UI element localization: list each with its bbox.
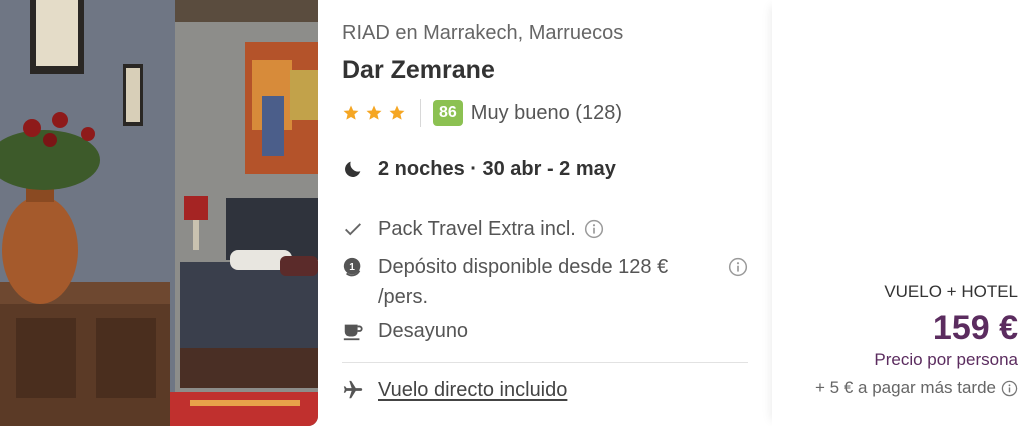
- rating-row: 86 Muy bueno (128): [342, 98, 622, 128]
- stay-dates-text: 2 noches · 30 abr - 2 may: [378, 157, 616, 180]
- hotel-location: RIAD en Marrakech, Marruecos: [342, 22, 624, 44]
- check-icon: [345, 223, 361, 236]
- feature-text: Desayuno: [378, 320, 469, 342]
- stay-dates: 2 noches · 30 abr - 2 may: [342, 155, 616, 183]
- hotel-name[interactable]: Dar Zemrane: [342, 56, 495, 85]
- plane-icon: [343, 380, 363, 399]
- price-amount[interactable]: 159 €: [778, 308, 1018, 348]
- coffee-cup-icon: [343, 324, 363, 341]
- hotel-offer-card[interactable]: RIAD en Marrakech, Marruecos Dar Zemrane…: [0, 0, 1036, 426]
- feature-text: Pack Travel Extra incl.: [378, 218, 576, 240]
- flight-info: Vuelo directo incluido: [342, 375, 567, 405]
- deposit-icon: 1: [343, 257, 361, 277]
- hotel-photo[interactable]: [0, 0, 318, 426]
- rating-divider: [420, 99, 421, 127]
- info-icon[interactable]: [584, 219, 604, 239]
- star-icon: [343, 105, 359, 120]
- star-rating: [342, 104, 406, 122]
- direct-flight-link[interactable]: Vuelo directo incluido: [378, 379, 567, 402]
- pay-later-text: + 5 € a pagar más tarde: [815, 378, 996, 397]
- star-icon: [389, 105, 405, 120]
- hotel-room-image: [0, 0, 318, 426]
- hotel-info: RIAD en Marrakech, Marruecos Dar Zemrane…: [342, 0, 752, 426]
- price-panel[interactable]: VUELO + HOTEL 159 € Precio por persona +…: [772, 0, 1036, 426]
- info-icon[interactable]: [1001, 380, 1018, 397]
- feature-text: Depósito disponible desde 128 € /pers.: [378, 256, 669, 308]
- info-icon[interactable]: [728, 257, 748, 277]
- feature-deposit: 1 Depósito disponible desde 128 € /pers.: [342, 252, 748, 312]
- moon-icon: [345, 161, 361, 177]
- divider: [342, 362, 748, 363]
- feature-breakfast: Desayuno: [342, 316, 468, 346]
- svg-text:1: 1: [349, 262, 355, 273]
- review-rating-text[interactable]: Muy bueno (128): [471, 102, 622, 125]
- price-per-person-label: Precio por persona: [874, 350, 1018, 369]
- price-block: VUELO + HOTEL 159 € Precio por persona +…: [778, 282, 1018, 398]
- review-score-badge: 86: [433, 100, 463, 126]
- star-icon: [366, 105, 382, 120]
- feature-pack-travel: Pack Travel Extra incl.: [342, 214, 604, 244]
- pay-later-row: + 5 € a pagar más tarde: [778, 378, 1018, 398]
- package-type-label: VUELO + HOTEL: [884, 282, 1018, 301]
